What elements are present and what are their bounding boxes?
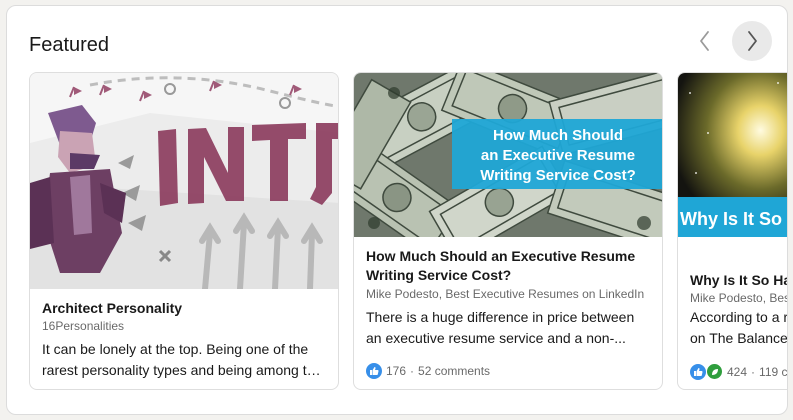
card-description-line: It can be lonely at the top. Being one o…	[42, 341, 309, 357]
card-source: Mike Podesto, Best Executive Resumes on …	[366, 287, 645, 301]
featured-card-why-is-it-so-hard[interactable]: Why Is It So Har Why Is It So Har Mike P…	[677, 72, 788, 390]
card-thumbnail: Why Is It So Har	[678, 73, 788, 237]
card-title: How Much Should an Executive Resume Writ…	[366, 247, 650, 285]
money-banner-image: How Much Should an Executive Resume Writ…	[354, 73, 662, 237]
card-source: 16Personalities	[42, 319, 125, 333]
chevron-right-icon	[748, 31, 757, 51]
card-description: It can be lonely at the top. Being one o…	[42, 339, 326, 381]
card-thumbnail: How Much Should an Executive Resume Writ…	[354, 73, 662, 237]
card-description: There is a huge difference in price betw…	[366, 307, 650, 349]
banner-text-line: an Executive Resume	[481, 147, 635, 164]
card-thumbnail	[30, 73, 338, 289]
featured-section: Featured Architect Personality 16Persona…	[6, 5, 788, 415]
comment-count[interactable]: 52 comments	[418, 364, 490, 378]
space-banner-image: Why Is It So Har	[678, 73, 788, 237]
social-counts[interactable]: 176 · 52 comments	[366, 363, 490, 379]
card-title: Architect Personality	[42, 300, 183, 316]
card-title-line: Writing Service Cost?	[366, 267, 512, 283]
card-description: According to a rec on The Balance, a	[690, 307, 788, 349]
banner-text-line: How Much Should	[493, 127, 623, 144]
featured-card-architect-personality[interactable]: Architect Personality 16Personalities It…	[29, 72, 339, 390]
reaction-count[interactable]: 424	[727, 365, 747, 379]
featured-carousel: Architect Personality 16Personalities It…	[7, 72, 788, 392]
chevron-left-icon	[700, 31, 709, 51]
banner-text-line: Writing Service Cost?	[480, 167, 636, 184]
card-description-line: on The Balance, a	[690, 330, 788, 346]
comment-count[interactable]: 119 c	[759, 365, 787, 379]
reaction-count[interactable]: 176	[386, 364, 406, 378]
social-counts[interactable]: 424 · 119 c	[690, 363, 787, 380]
featured-card-executive-resume[interactable]: How Much Should an Executive Resume Writ…	[353, 72, 663, 390]
card-source: Mike Podesto, Best	[690, 291, 788, 305]
card-description-line: rarest personality types and being among…	[42, 362, 326, 378]
carousel-next-button[interactable]	[732, 21, 772, 61]
like-icon	[690, 363, 706, 380]
section-title: Featured	[29, 34, 110, 56]
support-icon	[706, 363, 723, 380]
carousel-prev-button[interactable]	[685, 21, 725, 61]
banner-text: Why Is It So Har	[680, 209, 788, 229]
card-description-line: an executive resume service and a non-..…	[366, 330, 626, 346]
like-icon	[366, 363, 382, 379]
card-title: Why Is It So Har	[690, 272, 788, 288]
card-description-line: According to a rec	[690, 309, 788, 325]
intj-illustration	[30, 73, 338, 289]
card-title-line: How Much Should an Executive Resume	[366, 248, 636, 264]
card-description-line: There is a huge difference in price betw…	[366, 309, 635, 325]
